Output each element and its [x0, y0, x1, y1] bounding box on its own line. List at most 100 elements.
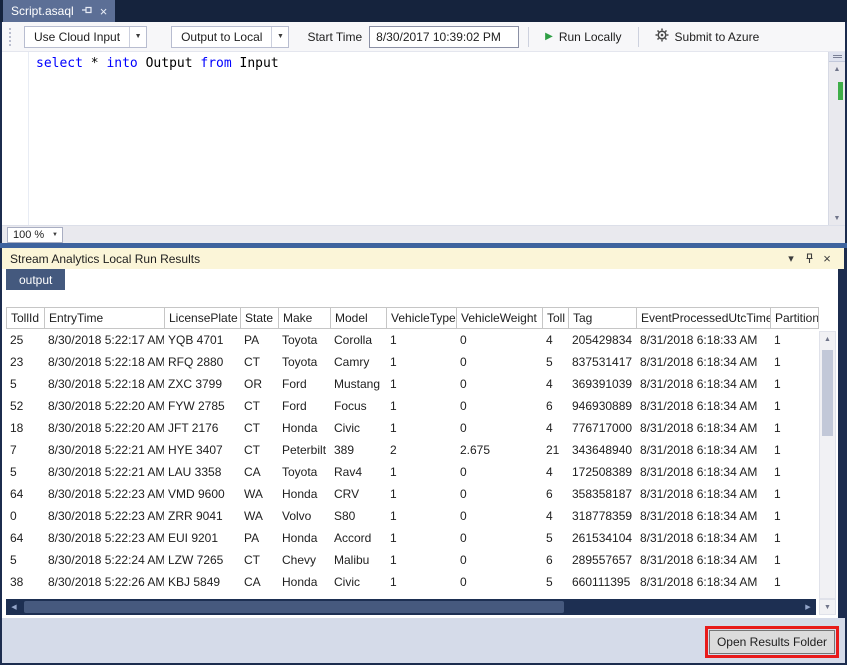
table-cell: 1	[386, 461, 456, 483]
chevron-down-icon[interactable]: ▼	[48, 232, 62, 238]
open-results-folder-button[interactable]: Open Results Folder	[709, 630, 835, 654]
table-cell: CRV	[330, 483, 386, 505]
table-cell: 8/31/2018 6:18:34 AM	[636, 505, 770, 527]
table-cell: 8/30/2018 5:22:26 AM	[44, 571, 164, 593]
table-row[interactable]: 78/30/2018 5:22:21 AMHYE 3407CTPeterbilt…	[6, 439, 818, 461]
table-cell: 64	[6, 483, 44, 505]
results-panel-titlebar[interactable]: Stream Analytics Local Run Results ▾ ×	[2, 248, 844, 269]
start-time-label: Start Time	[307, 30, 362, 44]
table-cell: KBJ 5849	[164, 571, 240, 593]
table-cell: 8/31/2018 6:18:34 AM	[636, 461, 770, 483]
table-cell: Focus	[330, 395, 386, 417]
column-header-licenseplate[interactable]: LicensePlate	[165, 308, 241, 328]
code-line[interactable]: select * into Output from Input	[36, 56, 279, 72]
table-cell: Rav4	[330, 461, 386, 483]
column-header-partition[interactable]: Partition	[771, 308, 819, 328]
column-header-toll[interactable]: Toll	[543, 308, 569, 328]
table-cell: 1	[770, 593, 818, 597]
table-cell: 1	[770, 483, 818, 505]
output-target-dropdown[interactable]: Output to Local ▼	[171, 26, 289, 48]
column-header-vehicletype[interactable]: VehicleType	[387, 308, 457, 328]
column-header-tollid[interactable]: TollId	[7, 308, 45, 328]
table-cell: 776717000	[568, 417, 636, 439]
vertical-scrollbar-thumb[interactable]	[822, 350, 833, 436]
annotation-highlight-box: Open Results Folder	[705, 626, 839, 658]
submit-to-azure-button[interactable]: Submit to Azure	[648, 25, 767, 49]
table-cell: 4	[542, 329, 568, 351]
column-header-eventprocessedutctime[interactable]: EventProcessedUtcTime	[637, 308, 771, 328]
editor-vertical-scrollbar[interactable]: ▲ ▼	[828, 52, 845, 225]
zoom-level-dropdown[interactable]: 100 % ▼	[7, 227, 63, 243]
scroll-left-icon[interactable]: ◀	[6, 599, 22, 615]
table-cell: 1	[770, 461, 818, 483]
table-row[interactable]: 238/30/2018 5:22:18 AMRFQ 2880CTToyotaCa…	[6, 351, 818, 373]
scroll-up-icon[interactable]: ▲	[829, 62, 845, 76]
scroll-up-icon[interactable]: ▲	[820, 332, 835, 346]
chevron-down-icon[interactable]: ▼	[271, 27, 288, 47]
code-text: Output	[138, 56, 201, 71]
table-cell: 7	[6, 439, 44, 461]
results-horizontal-scrollbar[interactable]: ◀ ▶	[6, 599, 816, 615]
start-time-input[interactable]	[369, 26, 519, 48]
table-cell: 8/30/2018 5:22:18 AM	[44, 373, 164, 395]
scroll-down-icon[interactable]: ▼	[819, 599, 836, 615]
table-cell: 0	[456, 527, 542, 549]
close-icon[interactable]: ×	[100, 5, 108, 18]
query-editor[interactable]: select * into Output from Input ▲ ▼ 100 …	[2, 52, 845, 243]
column-header-entrytime[interactable]: EntryTime	[45, 308, 165, 328]
table-row[interactable]: 648/30/2018 5:22:23 AMEUI 9201PAHondaAcc…	[6, 527, 818, 549]
output-target-dropdown-label: Output to Local	[172, 27, 271, 47]
table-row[interactable]: 388/30/2018 5:22:26 AMKBJ 5849CAHondaCiv…	[6, 571, 818, 593]
table-cell: 4	[542, 417, 568, 439]
run-locally-label: Run Locally	[559, 30, 622, 44]
table-cell: 0	[456, 571, 542, 593]
table-row[interactable]: 08/30/2018 5:22:23 AMZRR 9041WAVolvoS801…	[6, 505, 818, 527]
table-row[interactable]: 58/30/2018 5:22:21 AMLAU 3358CAToyotaRav…	[6, 461, 818, 483]
table-row[interactable]: 58/30/2018 5:22:18 AMZXC 3799ORFordMusta…	[6, 373, 818, 395]
results-table-body[interactable]: 258/30/2018 5:22:17 AMYQB 4701PAToyotaCo…	[6, 329, 818, 597]
table-row[interactable]: 368/30/2018 5:22:26 AMMCL 3956TXHondaAcc…	[6, 593, 818, 597]
column-header-model[interactable]: Model	[331, 308, 387, 328]
table-row[interactable]: 58/30/2018 5:22:24 AMLZW 7265CTChevyMali…	[6, 549, 818, 571]
input-source-dropdown[interactable]: Use Cloud Input ▼	[24, 26, 147, 48]
document-tab-strip: Script.asaql ×	[0, 0, 847, 22]
table-cell: 38	[6, 571, 44, 593]
scroll-down-icon[interactable]: ▼	[829, 211, 845, 225]
table-cell: PA	[240, 527, 278, 549]
table-cell: 289557657	[568, 549, 636, 571]
table-cell: PA	[240, 329, 278, 351]
splitter-handle[interactable]	[829, 52, 845, 62]
pin-icon[interactable]	[81, 4, 93, 19]
table-cell: 2.675	[456, 439, 542, 461]
column-header-make[interactable]: Make	[279, 308, 331, 328]
table-row[interactable]: 528/30/2018 5:22:20 AMFYW 2785CTFordFocu…	[6, 395, 818, 417]
close-icon[interactable]: ×	[818, 251, 836, 266]
pin-icon[interactable]	[800, 253, 818, 264]
editor-horizontal-scrollbar[interactable]: 100 % ▼	[2, 225, 845, 243]
visual-studio-window: Script.asaql × Use Cloud Input ▼ Output …	[0, 0, 847, 665]
horizontal-scrollbar-thumb[interactable]	[24, 601, 564, 613]
scroll-right-icon[interactable]: ▶	[800, 599, 816, 615]
table-row[interactable]: 258/30/2018 5:22:17 AMYQB 4701PAToyotaCo…	[6, 329, 818, 351]
tab-script-asaql[interactable]: Script.asaql ×	[3, 0, 115, 22]
column-header-tag[interactable]: Tag	[569, 308, 637, 328]
results-vertical-scrollbar[interactable]: ▲	[819, 331, 836, 599]
table-cell: 8/30/2018 5:22:21 AM	[44, 461, 164, 483]
table-cell: CA	[240, 461, 278, 483]
table-cell: Mustang	[330, 373, 386, 395]
column-header-vehicleweight[interactable]: VehicleWeight	[457, 308, 543, 328]
window-menu-icon[interactable]: ▾	[782, 252, 800, 265]
submit-to-azure-label: Submit to Azure	[675, 30, 760, 44]
chevron-down-icon[interactable]: ▼	[129, 27, 146, 47]
tab-output[interactable]: output	[6, 269, 65, 290]
table-row[interactable]: 648/30/2018 5:22:23 AMVMD 9600WAHondaCRV…	[6, 483, 818, 505]
table-row[interactable]: 188/30/2018 5:22:20 AMJFT 2176CTHondaCiv…	[6, 417, 818, 439]
run-locally-button[interactable]: ▶ Run Locally	[538, 25, 628, 49]
table-cell: CT	[240, 395, 278, 417]
table-cell: Honda	[278, 483, 330, 505]
table-cell: WA	[240, 505, 278, 527]
table-cell: 8/31/2018 6:18:33 AM	[636, 329, 770, 351]
table-cell: 1	[386, 571, 456, 593]
table-cell: VMD 9600	[164, 483, 240, 505]
column-header-state[interactable]: State	[241, 308, 279, 328]
